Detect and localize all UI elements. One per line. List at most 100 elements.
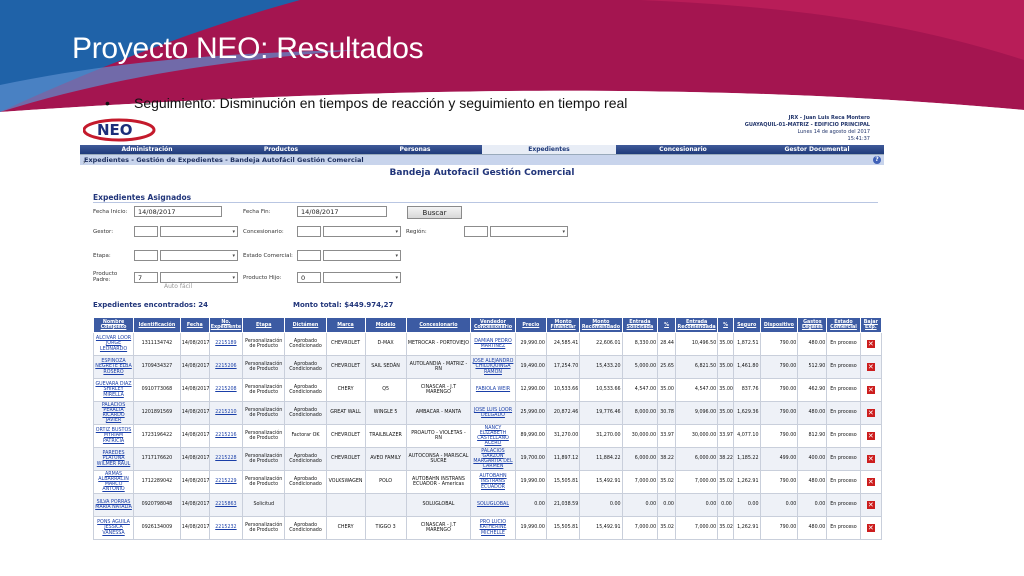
column-header[interactable]: Entrada Recomendada [674,317,719,333]
menu-expedientes[interactable]: Expedientes [482,145,616,154]
table-cell[interactable]: GUEVARA DIAZ SHIRLEY MIRELLA [92,378,135,402]
table-cell[interactable]: ESPINOZA NEGRETE ELBA ROSERO [92,355,135,379]
menu-administracion[interactable]: Administración [80,145,214,154]
region-select[interactable]: ▾ [490,226,568,237]
table-header-row: Nombre Completo Identificación Fecha No. Ex… [92,317,883,333]
chevron-down-icon: ▾ [395,229,398,235]
delete-icon[interactable]: ✕ [866,431,875,440]
table-cell: 1,629.36 [732,401,761,425]
table-cell[interactable]: PALACIOS GARZON MARGARITA DEL CARMEN [470,447,516,471]
table-cell: 0.00 [797,493,828,517]
buscar-button[interactable]: Buscar [407,206,462,219]
gestor-select[interactable]: ▾ [160,226,238,237]
column-header[interactable]: Monto Recomendado [579,317,623,333]
table-cell[interactable]: NANCY ELIZABETH CASTELLANO ACERO [470,424,516,448]
table-cell: 89,990.00 [514,424,547,448]
table-cell[interactable]: 2215228 [208,447,244,471]
producto-hijo-code-input[interactable]: 0 [297,272,321,283]
column-header[interactable]: No. Expediente [208,317,244,333]
question-icon[interactable]: ? [873,156,881,164]
column-header[interactable]: Estado Comercial [826,317,861,333]
table-cell: Personalización de Producto [242,355,286,379]
table-cell[interactable]: JOSE LUIS LOOR DELGADO [470,401,516,425]
region-code-input[interactable] [464,226,488,237]
column-header[interactable]: Precio [514,317,547,333]
fecha-inicio-label: Fecha Inicio: [93,209,128,215]
delete-icon[interactable]: ✕ [866,500,875,509]
concesionario-code-input[interactable] [297,226,321,237]
estado-comercial-select[interactable]: ▾ [323,250,401,261]
fecha-inicio-input[interactable]: 14/08/2017 [134,206,222,217]
table-cell[interactable]: ORTIZ BUSTOS MYRIAM PATRICIA [92,424,135,448]
delete-icon[interactable]: ✕ [866,408,875,417]
table-cell[interactable]: DAMIAN PEDRO MARTINEZ [470,332,516,356]
column-header[interactable]: Entrada Solicitada [621,317,659,333]
menu-concesionario[interactable]: Concesionario [616,145,750,154]
table-cell[interactable]: PRO LUCIO KATHERINE MICHELLE [470,516,516,540]
gestor-code-input[interactable] [134,226,158,237]
column-header[interactable]: Seguro [732,317,761,333]
table-cell[interactable]: PAREDES PLATUNA WILMER RAUL [92,447,135,471]
table-cell[interactable]: SILVA PORRAS MARIA NATALIA [92,493,135,517]
column-header[interactable]: Modelo [364,317,407,333]
column-header[interactable]: Etapa [242,317,286,333]
delete-icon[interactable]: ✕ [866,339,875,348]
delete-icon[interactable]: ✕ [866,454,875,463]
column-header[interactable]: Bajar Exp. [859,317,883,333]
table-cell[interactable]: SOLUGLOBAL [470,493,516,517]
column-header[interactable]: Monto Financiar [545,317,581,333]
column-header[interactable]: % [717,317,734,333]
etapa-select[interactable]: ▾ [160,250,238,261]
table-cell: GREAT WALL [325,401,366,425]
etapa-code-input[interactable] [134,250,158,261]
column-header[interactable]: Fecha [179,317,210,333]
table-cell[interactable]: 2215189 [208,332,244,356]
delete-icon[interactable]: ✕ [866,477,875,486]
table-cell[interactable]: 2215208 [208,378,244,402]
column-header[interactable]: % [657,317,676,333]
estado-comercial-label: Estado Comercial: [243,253,293,259]
table-cell: 6,821.50 [674,355,719,379]
table-cell: En proceso [826,424,861,448]
column-header[interactable]: Identificación [133,317,181,333]
table-cell[interactable]: AUTOBAHN INSTRANS ECUADOR [470,470,516,494]
estado-code-input[interactable] [297,250,321,261]
table-cell: 11,884.22 [579,447,623,471]
chevron-right-icon[interactable]: › [83,159,85,166]
menu-personas[interactable]: Personas [348,145,482,154]
table-cell[interactable]: FABIOLA WEIR [470,378,516,402]
producto-hijo-select[interactable]: ▾ [323,272,401,283]
table-cell[interactable]: 2215210 [208,401,244,425]
table-cell[interactable]: JOSE ALEJANDRO CHILUIQUINGA RAMON [470,355,516,379]
table-cell[interactable]: 2215232 [208,516,244,540]
concesionario-select[interactable]: ▾ [323,226,401,237]
column-header[interactable]: Dispositivo [759,317,799,333]
table-cell[interactable]: PALACIOS PERALTA RICARDO JAVIER [92,401,135,425]
menu-gestor-documental[interactable]: Gestor Documental [750,145,884,154]
table-cell[interactable]: 2215863 [208,493,244,517]
table-cell: 4,077.10 [732,424,761,448]
table-cell: SOLUGLOBAL [405,493,472,517]
table-cell[interactable]: PONS AGUILA JESSICA VANESSA [92,516,135,540]
delete-icon[interactable]: ✕ [866,523,875,532]
delete-icon[interactable]: ✕ [866,385,875,394]
delete-icon[interactable]: ✕ [866,362,875,371]
table-cell[interactable]: 2215216 [208,424,244,448]
column-header[interactable]: Gastos Legales [797,317,828,333]
table-cell[interactable]: 2215229 [208,470,244,494]
column-header[interactable]: Dictámen [284,317,327,333]
column-header[interactable]: Concesionario [405,317,472,333]
menu-productos[interactable]: Productos [214,145,348,154]
table-cell[interactable]: 2215206 [208,355,244,379]
fecha-fin-input[interactable]: 14/08/2017 [297,206,387,217]
bajar-cell: ✕ [859,332,883,356]
column-header[interactable]: Nombre Completo [92,317,135,333]
column-header[interactable]: Marca [325,317,366,333]
column-header[interactable]: Vendedor Concesionario [470,317,516,333]
table-cell[interactable]: ALCIVAR LOOR JORGE LEONARDO [92,332,135,356]
table-cell[interactable]: ARMAS ALBARRACIN MARCO ANTONIO [92,470,135,494]
table-cell: Personalización de Producto [242,447,286,471]
producto-padre-code-input[interactable]: 7 [134,272,158,283]
table-cell: 790.00 [759,378,799,402]
producto-padre-select[interactable]: Auto fácil ▾ [160,272,238,290]
